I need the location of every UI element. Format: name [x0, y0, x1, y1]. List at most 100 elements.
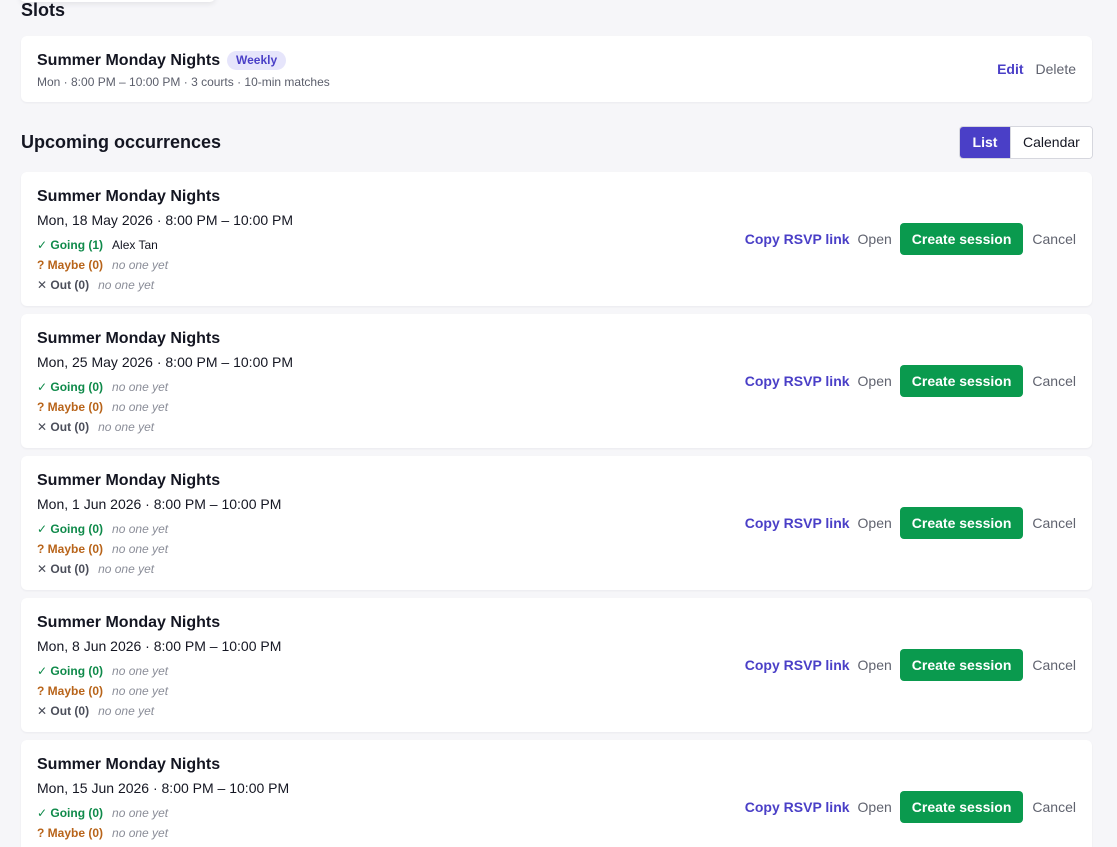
delete-slot-button[interactable]: Delete — [1036, 61, 1076, 77]
x-icon: ✕ — [37, 278, 48, 292]
occurrence-title: Summer Monday Nights — [37, 472, 221, 489]
create-session-button[interactable]: Create session — [899, 791, 1024, 823]
going-names: no one yet — [112, 806, 169, 820]
maybe-names: no one yet — [112, 258, 169, 272]
create-session-button[interactable]: Create session — [899, 507, 1024, 539]
upcoming-title: Upcoming occurrences — [21, 132, 222, 152]
open-button[interactable]: Open — [858, 515, 892, 531]
going-label: ✓ Going (0) — [37, 806, 104, 820]
occurrence-actions: Copy RSVP link Open Create session Cance… — [745, 223, 1076, 255]
rsvp-out-row: ✕ Out (0) no one yet — [37, 278, 154, 292]
rsvp-going-row: ✓ Going (1) Alex Tan — [37, 238, 158, 252]
copy-rsvp-link-button[interactable]: Copy RSVP link — [745, 231, 850, 247]
copy-rsvp-link-button[interactable]: Copy RSVP link — [745, 657, 850, 673]
occurrence-card: Summer Monday Nights Mon, 18 May 2026 · … — [21, 172, 1092, 306]
occurrence-card: Summer Monday Nights Mon, 1 Jun 2026 · 8… — [21, 456, 1092, 590]
slot-actions: Edit Delete — [997, 61, 1076, 77]
rsvp-out-row: ✕ Out (0) no one yet — [37, 704, 154, 718]
rsvp-out-row: ✕ Out (0) no one yet — [37, 420, 154, 434]
open-button[interactable]: Open — [858, 799, 892, 815]
create-session-button[interactable]: Create session — [899, 649, 1024, 681]
cancel-occurrence-button[interactable]: Cancel — [1032, 799, 1076, 815]
occurrence-title: Summer Monday Nights — [37, 188, 221, 205]
list-view-button[interactable]: List — [960, 127, 1010, 158]
rsvp-maybe-row: ? Maybe (0) no one yet — [37, 542, 168, 556]
create-session-button[interactable]: Create session — [899, 365, 1024, 397]
maybe-names: no one yet — [112, 684, 169, 698]
maybe-names: no one yet — [112, 400, 169, 414]
rsvp-maybe-row: ? Maybe (0) no one yet — [37, 400, 168, 414]
occurrence-date: Mon, 15 Jun 2026 · 8:00 PM – 10:00 PM — [37, 780, 290, 796]
maybe-label: ? Maybe (0) — [37, 826, 104, 840]
maybe-label: ? Maybe (0) — [37, 542, 104, 556]
x-icon: ✕ — [37, 562, 48, 576]
occurrence-title: Summer Monday Nights — [37, 756, 221, 773]
out-count: Out (0) — [50, 278, 90, 292]
occurrence-actions: Copy RSVP link Open Create session Cance… — [745, 649, 1076, 681]
rsvp-going-row: ✓ Going (0) no one yet — [37, 522, 168, 536]
copy-rsvp-link-button[interactable]: Copy RSVP link — [745, 799, 850, 815]
going-label: ✓ Going (0) — [37, 522, 104, 536]
rsvp-maybe-row: ? Maybe (0) no one yet — [37, 258, 168, 272]
out-label: ✕ Out (0) — [37, 278, 89, 292]
occurrence-card: Summer Monday Nights Mon, 25 May 2026 · … — [21, 314, 1092, 448]
going-label: ✓ Going (0) — [37, 380, 104, 394]
occurrence-title: Summer Monday Nights — [37, 330, 221, 347]
rsvp-going-row: ✓ Going (0) no one yet — [37, 380, 168, 394]
occurrence-title: Summer Monday Nights — [37, 614, 221, 631]
going-names: no one yet — [112, 664, 169, 678]
out-count: Out (0) — [50, 704, 90, 718]
out-names: no one yet — [98, 562, 155, 576]
occurrence-actions: Copy RSVP link Open Create session Cance… — [745, 365, 1076, 397]
rsvp-going-row: ✓ Going (0) no one yet — [37, 664, 168, 678]
maybe-label: ? Maybe (0) — [37, 400, 104, 414]
out-names: no one yet — [98, 278, 155, 292]
rsvp-maybe-row: ? Maybe (0) no one yet — [37, 684, 168, 698]
open-button[interactable]: Open — [858, 373, 892, 389]
maybe-label: ? Maybe (0) — [37, 684, 104, 698]
maybe-label: ? Maybe (0) — [37, 258, 104, 272]
cancel-occurrence-button[interactable]: Cancel — [1032, 657, 1076, 673]
edit-slot-button[interactable]: Edit — [997, 61, 1023, 77]
rsvp-maybe-row: ? Maybe (0) no one yet — [37, 826, 168, 840]
out-count: Out (0) — [50, 562, 90, 576]
going-names: Alex Tan — [112, 238, 158, 252]
cancel-occurrence-button[interactable]: Cancel — [1032, 515, 1076, 531]
open-button[interactable]: Open — [858, 657, 892, 673]
slot-name: Summer Monday Nights — [37, 52, 221, 69]
create-session-button[interactable]: Create session — [899, 223, 1024, 255]
occurrence-date: Mon, 1 Jun 2026 · 8:00 PM – 10:00 PM — [37, 496, 282, 512]
occurrence-actions: Copy RSVP link Open Create session Cance… — [745, 791, 1076, 823]
occurrence-date: Mon, 25 May 2026 · 8:00 PM – 10:00 PM — [37, 354, 294, 370]
out-label: ✕ Out (0) — [37, 704, 89, 718]
slot-meta: Mon · 8:00 PM – 10:00 PM · 3 courts · 10… — [37, 75, 330, 89]
going-names: no one yet — [112, 522, 169, 536]
calendar-view-button[interactable]: Calendar — [1010, 127, 1092, 158]
slot-card: Summer Monday Nights Weekly Mon · 8:00 P… — [21, 36, 1092, 102]
occurrence-actions: Copy RSVP link Open Create session Cance… — [745, 507, 1076, 539]
x-icon: ✕ — [37, 704, 48, 718]
slots-title: Slots — [21, 0, 66, 20]
out-label: ✕ Out (0) — [37, 562, 89, 576]
occurrence-date: Mon, 8 Jun 2026 · 8:00 PM – 10:00 PM — [37, 638, 282, 654]
out-names: no one yet — [98, 704, 155, 718]
rsvp-out-row: ✕ Out (0) no one yet — [37, 562, 154, 576]
cancel-occurrence-button[interactable]: Cancel — [1032, 373, 1076, 389]
open-button[interactable]: Open — [858, 231, 892, 247]
occurrence-card: Summer Monday Nights Mon, 8 Jun 2026 · 8… — [21, 598, 1092, 732]
frequency-badge: Weekly — [227, 51, 287, 70]
maybe-names: no one yet — [112, 826, 169, 840]
x-icon: ✕ — [37, 420, 48, 434]
out-count: Out (0) — [50, 420, 90, 434]
occurrence-card: Summer Monday Nights Mon, 15 Jun 2026 · … — [21, 740, 1092, 847]
going-names: no one yet — [112, 380, 169, 394]
copy-rsvp-link-button[interactable]: Copy RSVP link — [745, 515, 850, 531]
out-label: ✕ Out (0) — [37, 420, 89, 434]
maybe-names: no one yet — [112, 542, 169, 556]
occurrence-date: Mon, 18 May 2026 · 8:00 PM – 10:00 PM — [37, 212, 294, 228]
going-label: ✓ Going (1) — [37, 238, 104, 252]
out-names: no one yet — [98, 420, 155, 434]
copy-rsvp-link-button[interactable]: Copy RSVP link — [745, 373, 850, 389]
rsvp-going-row: ✓ Going (0) no one yet — [37, 806, 168, 820]
cancel-occurrence-button[interactable]: Cancel — [1032, 231, 1076, 247]
